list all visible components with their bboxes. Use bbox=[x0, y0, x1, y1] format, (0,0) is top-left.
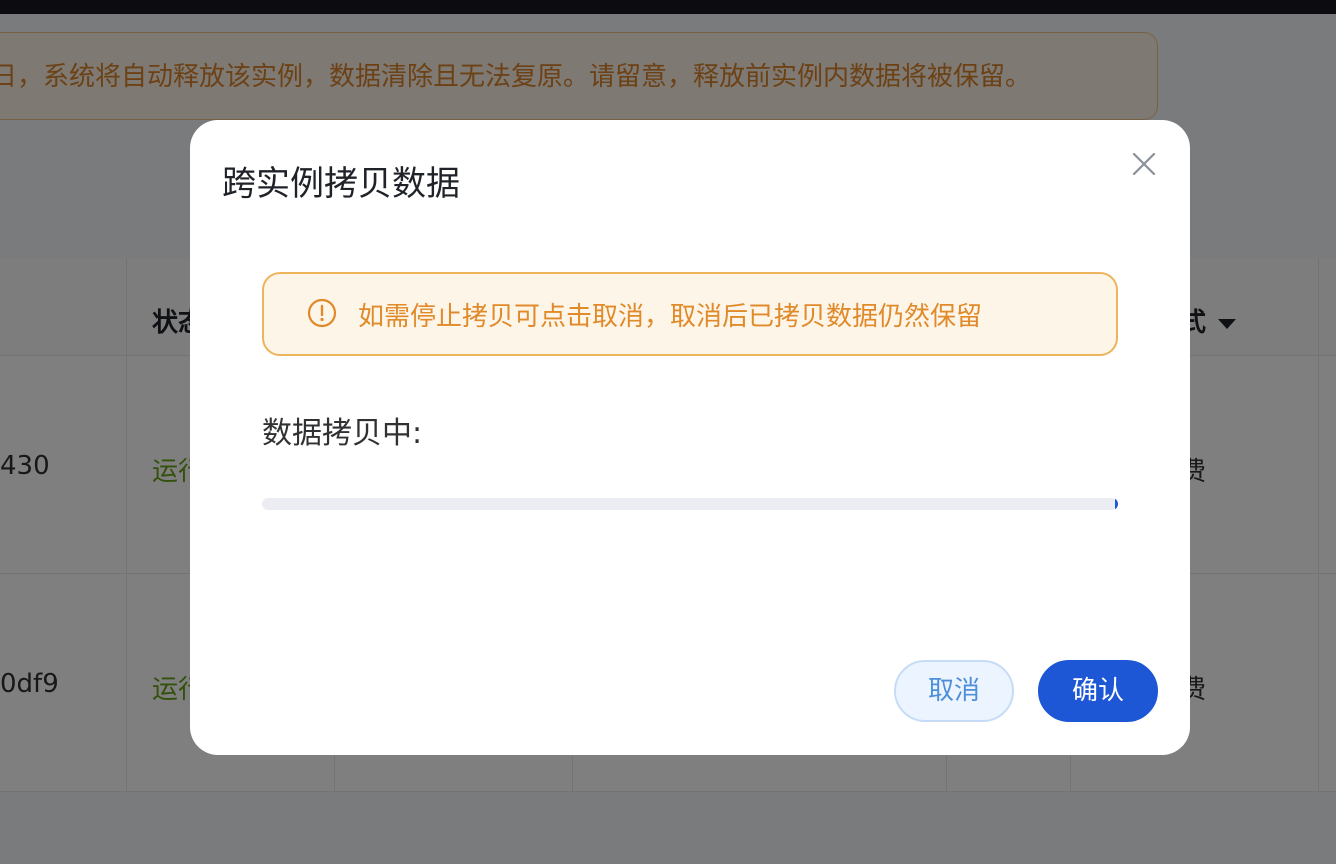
confirm-button[interactable]: 确认 bbox=[1038, 660, 1158, 722]
top-bar bbox=[0, 0, 1336, 14]
progress-fill bbox=[1115, 498, 1118, 510]
copy-data-dialog: 跨实例拷贝数据 如需停止拷贝可点击取消，取消后已拷贝数据仍然保留 数据拷贝中: … bbox=[190, 120, 1190, 755]
progress-label: 数据拷贝中: bbox=[262, 416, 423, 451]
copy-progress-bar bbox=[262, 498, 1118, 510]
dialog-title: 跨实例拷贝数据 bbox=[222, 164, 460, 204]
cancel-button[interactable]: 取消 bbox=[894, 660, 1014, 722]
close-icon[interactable] bbox=[1128, 148, 1160, 180]
alert-text: 如需停止拷贝可点击取消，取消后已拷贝数据仍然保留 bbox=[358, 302, 983, 332]
warning-circle-icon bbox=[307, 298, 337, 328]
cancel-hint-alert: 如需停止拷贝可点击取消，取消后已拷贝数据仍然保留 bbox=[262, 272, 1118, 356]
